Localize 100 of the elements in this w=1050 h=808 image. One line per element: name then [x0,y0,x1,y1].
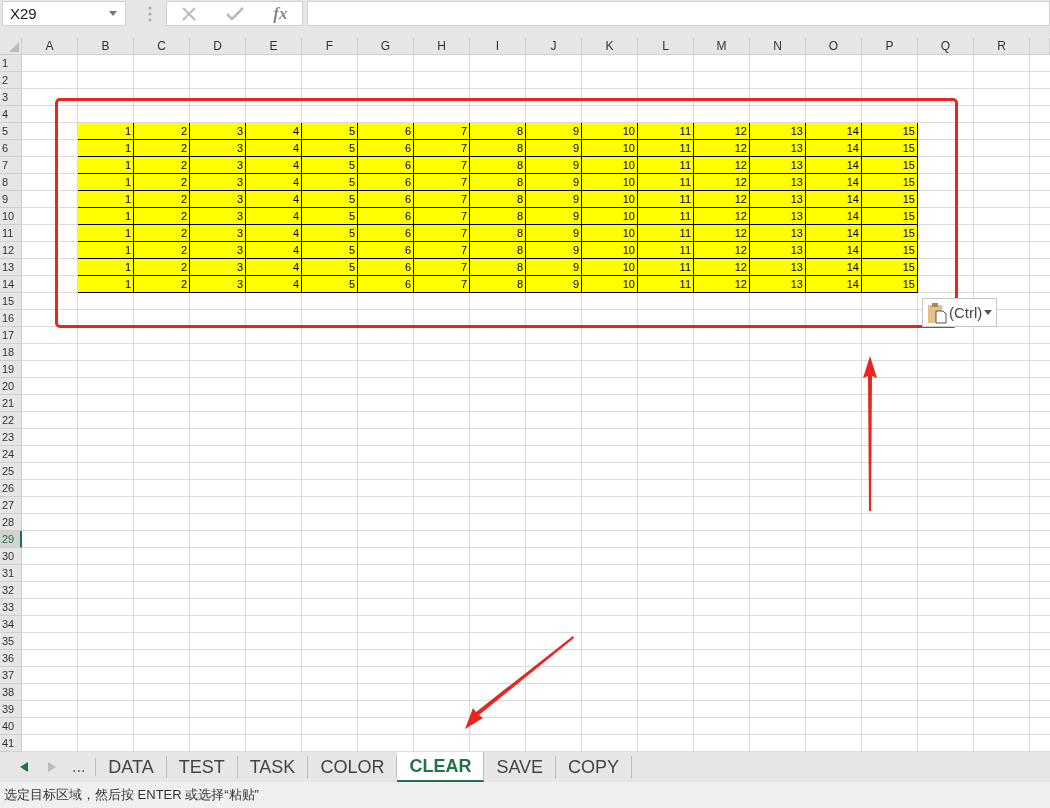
column-header[interactable]: L [638,38,694,55]
insert-function-button[interactable]: fx [273,3,288,24]
column-header[interactable]: R [974,38,1030,55]
row-header[interactable]: 4 [0,106,22,123]
table-cell: 1 [78,157,134,174]
table-cell: 9 [526,225,582,242]
row-header[interactable]: 22 [0,412,22,429]
row-header[interactable]: 21 [0,395,22,412]
table-cell: 9 [526,157,582,174]
row-header[interactable]: 8 [0,174,22,191]
row-header[interactable]: 35 [0,633,22,650]
formula-input[interactable] [307,1,1050,26]
row-header[interactable]: 1 [0,55,22,72]
table-cell: 10 [582,242,638,259]
table-cell: 3 [190,225,246,242]
drag-handle-icon[interactable] [148,5,152,22]
table-cell: 13 [750,123,806,140]
column-header[interactable]: F [302,38,358,55]
row-header[interactable]: 38 [0,684,22,701]
table-cell: 7 [414,242,470,259]
row-header[interactable]: 39 [0,701,22,718]
cancel-icon[interactable] [181,5,198,22]
row-header[interactable]: 36 [0,650,22,667]
row-header[interactable]: 26 [0,480,22,497]
column-header[interactable]: P [862,38,918,55]
table-cell: 1 [78,191,134,208]
row-header[interactable]: 37 [0,667,22,684]
table-cell: 1 [78,174,134,191]
row-header[interactable]: 9 [0,191,22,208]
row-header[interactable]: 17 [0,327,22,344]
row-header[interactable]: 5 [0,123,22,140]
paste-options-button[interactable]: (Ctrl) [922,298,998,327]
column-header[interactable]: D [190,38,246,55]
row-header[interactable]: 14 [0,276,22,293]
row-header[interactable]: 18 [0,344,22,361]
row-header[interactable]: 33 [0,599,22,616]
table-cell: 11 [638,208,694,225]
row-header[interactable]: 31 [0,565,22,582]
column-header[interactable]: B [78,38,134,55]
table-cell: 15 [862,140,918,157]
row-header[interactable]: 41 [0,735,22,752]
table-cell: 2 [134,208,190,225]
sheet-tab[interactable]: TASK [237,756,309,778]
row-header[interactable]: 34 [0,616,22,633]
row-header[interactable]: 20 [0,378,22,395]
row-header[interactable]: 3 [0,89,22,106]
row-header[interactable]: 12 [0,242,22,259]
column-header[interactable]: M [694,38,750,55]
row-header[interactable]: 28 [0,514,22,531]
name-box[interactable]: X29 [2,1,126,26]
sheet-tab[interactable]: DATA [96,756,167,778]
sheet-tab[interactable]: SAVE [484,756,557,778]
table-cell: 8 [470,276,526,293]
row-header[interactable]: 27 [0,497,22,514]
sheet-tab[interactable]: CLEAR [397,752,485,782]
column-header[interactable]: I [470,38,526,55]
row-header[interactable]: 29 [0,531,22,548]
column-header[interactable]: E [246,38,302,55]
row-header[interactable]: 40 [0,718,22,735]
column-header[interactable]: K [582,38,638,55]
table-cell: 8 [470,174,526,191]
table-cell: 14 [806,191,862,208]
row-header[interactable]: 15 [0,293,22,310]
row-header[interactable]: 24 [0,446,22,463]
row-header[interactable]: 13 [0,259,22,276]
row-header[interactable]: 19 [0,361,22,378]
column-header[interactable]: Q [918,38,974,55]
sheet-tab[interactable]: TEST [166,756,238,778]
column-header[interactable]: G [358,38,414,55]
column-header[interactable]: J [526,38,582,55]
table-cell: 5 [302,208,358,225]
row-header[interactable]: 7 [0,157,22,174]
more-sheets-button[interactable]: ... [72,758,97,776]
column-header[interactable]: H [414,38,470,55]
row-header[interactable]: 10 [0,208,22,225]
column-header[interactable] [1030,38,1050,55]
row-header[interactable]: 25 [0,463,22,480]
row-header[interactable]: 23 [0,429,22,446]
check-icon[interactable] [226,6,245,21]
row-header[interactable]: 6 [0,140,22,157]
column-header[interactable]: C [134,38,190,55]
row-header[interactable]: 30 [0,548,22,565]
row-header[interactable]: 16 [0,310,22,327]
sheet-tab[interactable]: COPY [556,756,633,778]
select-all-button[interactable] [0,38,22,55]
table-cell: 6 [358,225,414,242]
table-cell: 4 [246,208,302,225]
column-header[interactable]: A [22,38,78,55]
table-cell: 5 [302,157,358,174]
row-header[interactable]: 2 [0,72,22,89]
column-header[interactable]: O [806,38,862,55]
column-header[interactable]: N [750,38,806,55]
table-cell: 2 [134,225,190,242]
row-header[interactable]: 32 [0,582,22,599]
row-header[interactable]: 11 [0,225,22,242]
table-cell: 13 [750,174,806,191]
table-cell: 9 [526,208,582,225]
previous-sheet-icon[interactable] [20,762,28,772]
next-sheet-icon[interactable] [48,762,56,772]
table-cell: 8 [470,157,526,174]
